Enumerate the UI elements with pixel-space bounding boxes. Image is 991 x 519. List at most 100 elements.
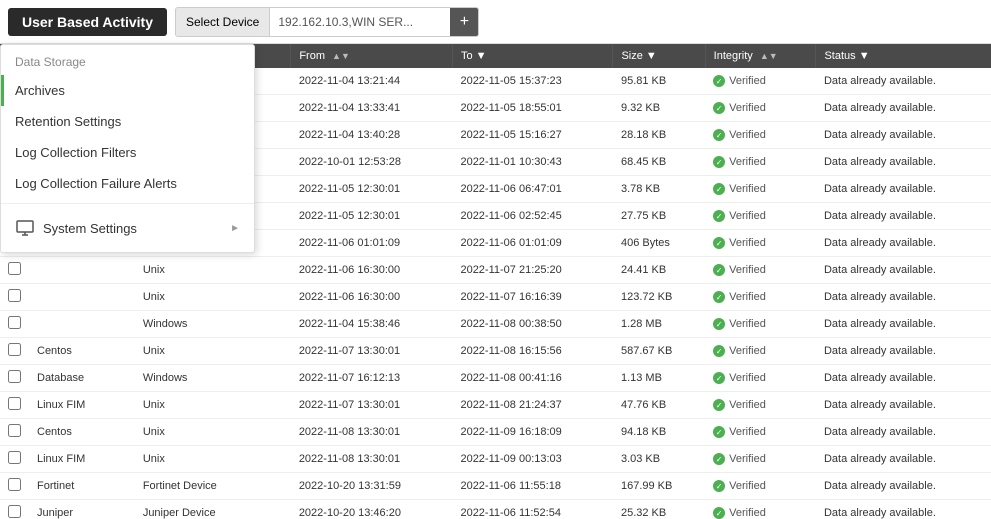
table-row: Linux FIM Unix 2022-11-08 13:30:01 2022-… (0, 446, 991, 473)
row-size: 1.28 MB (613, 311, 705, 338)
menu-item-log-failure[interactable]: Log Collection Failure Alerts (1, 168, 254, 199)
row-status: Data already available. (816, 68, 991, 95)
row-checkbox[interactable] (8, 397, 21, 410)
row-integrity: ✓ Verified (705, 122, 816, 149)
col-from[interactable]: From ▲▼ (291, 44, 453, 68)
row-type: Windows (135, 365, 291, 392)
integrity-value: Verified (729, 102, 766, 114)
verified-dot-icon: ✓ (713, 183, 725, 195)
device-input[interactable] (270, 8, 450, 36)
row-from: 2022-11-08 13:30:01 (291, 419, 453, 446)
row-from: 2022-11-07 13:30:01 (291, 338, 453, 365)
row-checkbox[interactable] (8, 424, 21, 437)
row-to: 2022-11-08 00:38:50 (452, 311, 613, 338)
row-size: 24.41 KB (613, 257, 705, 284)
verified-dot-icon: ✓ (713, 102, 725, 114)
integrity-value: Verified (729, 156, 766, 168)
row-size: 27.75 KB (613, 203, 705, 230)
row-to: 2022-11-05 15:37:23 (452, 68, 613, 95)
row-status: Data already available. (816, 122, 991, 149)
row-integrity: ✓ Verified (705, 149, 816, 176)
menu-item-system-settings[interactable]: System Settings ► (1, 208, 254, 248)
row-checkbox[interactable] (8, 478, 21, 491)
row-checkbox[interactable] (8, 451, 21, 464)
row-integrity: ✓ Verified (705, 446, 816, 473)
menu-item-retention[interactable]: Retention Settings (1, 106, 254, 137)
dropdown-menu: Data Storage Archives Retention Settings… (0, 44, 255, 253)
row-source (29, 284, 135, 311)
row-integrity: ✓ Verified (705, 284, 816, 311)
row-to: 2022-11-07 21:25:20 (452, 257, 613, 284)
verified-dot-icon: ✓ (713, 318, 725, 330)
table-row: Centos Unix 2022-11-08 13:30:01 2022-11-… (0, 419, 991, 446)
row-to: 2022-11-06 01:01:09 (452, 230, 613, 257)
col-integrity[interactable]: Integrity ▲▼ (705, 44, 816, 68)
verified-dot-icon: ✓ (713, 426, 725, 438)
table-row: Database Windows 2022-11-07 16:12:13 202… (0, 365, 991, 392)
row-status: Data already available. (816, 284, 991, 311)
row-status: Data already available. (816, 392, 991, 419)
row-checkbox[interactable] (8, 262, 21, 275)
row-integrity: ✓ Verified (705, 473, 816, 500)
row-to: 2022-11-06 06:47:01 (452, 176, 613, 203)
verified-dot-icon: ✓ (713, 237, 725, 249)
col-status[interactable]: Status ▼ (816, 44, 991, 68)
verified-dot-icon: ✓ (713, 345, 725, 357)
row-status: Data already available. (816, 446, 991, 473)
row-source: Linux FIM (29, 446, 135, 473)
col-to[interactable]: To ▼ (452, 44, 613, 68)
row-size: 587.67 KB (613, 338, 705, 365)
menu-item-log-failure-label: Log Collection Failure Alerts (15, 176, 177, 191)
integrity-value: Verified (729, 237, 766, 249)
row-checkbox[interactable] (8, 343, 21, 356)
row-source (29, 311, 135, 338)
row-from: 2022-11-04 13:33:41 (291, 95, 453, 122)
add-device-button[interactable]: + (450, 7, 478, 37)
row-checkbox[interactable] (8, 316, 21, 329)
menu-divider (1, 203, 254, 204)
row-from: 2022-11-05 12:30:01 (291, 176, 453, 203)
row-status: Data already available. (816, 149, 991, 176)
integrity-value: Verified (729, 345, 766, 357)
table-row: Centos Unix 2022-11-07 13:30:01 2022-11-… (0, 338, 991, 365)
menu-item-log-filters-label: Log Collection Filters (15, 145, 136, 160)
row-checkbox-cell (0, 257, 29, 284)
table-row: Unix 2022-11-06 16:30:00 2022-11-07 16:1… (0, 284, 991, 311)
menu-item-log-filters[interactable]: Log Collection Filters (1, 137, 254, 168)
row-to: 2022-11-07 16:16:39 (452, 284, 613, 311)
row-integrity: ✓ Verified (705, 203, 816, 230)
row-size: 95.81 KB (613, 68, 705, 95)
row-checkbox[interactable] (8, 289, 21, 302)
menu-item-retention-label: Retention Settings (15, 114, 121, 129)
row-checkbox[interactable] (8, 505, 21, 518)
row-status: Data already available. (816, 257, 991, 284)
system-settings-label: System Settings (43, 221, 137, 236)
row-integrity: ✓ Verified (705, 392, 816, 419)
row-size: 3.03 KB (613, 446, 705, 473)
row-checkbox-cell (0, 419, 29, 446)
menu-item-archives[interactable]: Archives (1, 75, 254, 106)
table-row: Windows 2022-11-04 15:38:46 2022-11-08 0… (0, 311, 991, 338)
monitor-icon (15, 218, 35, 238)
row-status: Data already available. (816, 95, 991, 122)
row-to: 2022-11-05 18:55:01 (452, 95, 613, 122)
app-title: User Based Activity (8, 8, 167, 36)
row-type: Unix (135, 446, 291, 473)
verified-dot-icon: ✓ (713, 453, 725, 465)
row-integrity: ✓ Verified (705, 365, 816, 392)
integrity-value: Verified (729, 453, 766, 465)
chevron-right-icon: ► (230, 223, 240, 234)
row-to: 2022-11-09 16:18:09 (452, 419, 613, 446)
row-from: 2022-11-07 16:12:13 (291, 365, 453, 392)
row-status: Data already available. (816, 473, 991, 500)
row-type: Unix (135, 257, 291, 284)
row-checkbox[interactable] (8, 370, 21, 383)
row-type: Juniper Device (135, 500, 291, 519)
row-from: 2022-11-08 13:30:01 (291, 446, 453, 473)
row-integrity: ✓ Verified (705, 257, 816, 284)
integrity-value: Verified (729, 399, 766, 411)
table-row: Unix 2022-11-06 16:30:00 2022-11-07 21:2… (0, 257, 991, 284)
col-size[interactable]: Size ▼ (613, 44, 705, 68)
verified-dot-icon: ✓ (713, 480, 725, 492)
verified-dot-icon: ✓ (713, 264, 725, 276)
